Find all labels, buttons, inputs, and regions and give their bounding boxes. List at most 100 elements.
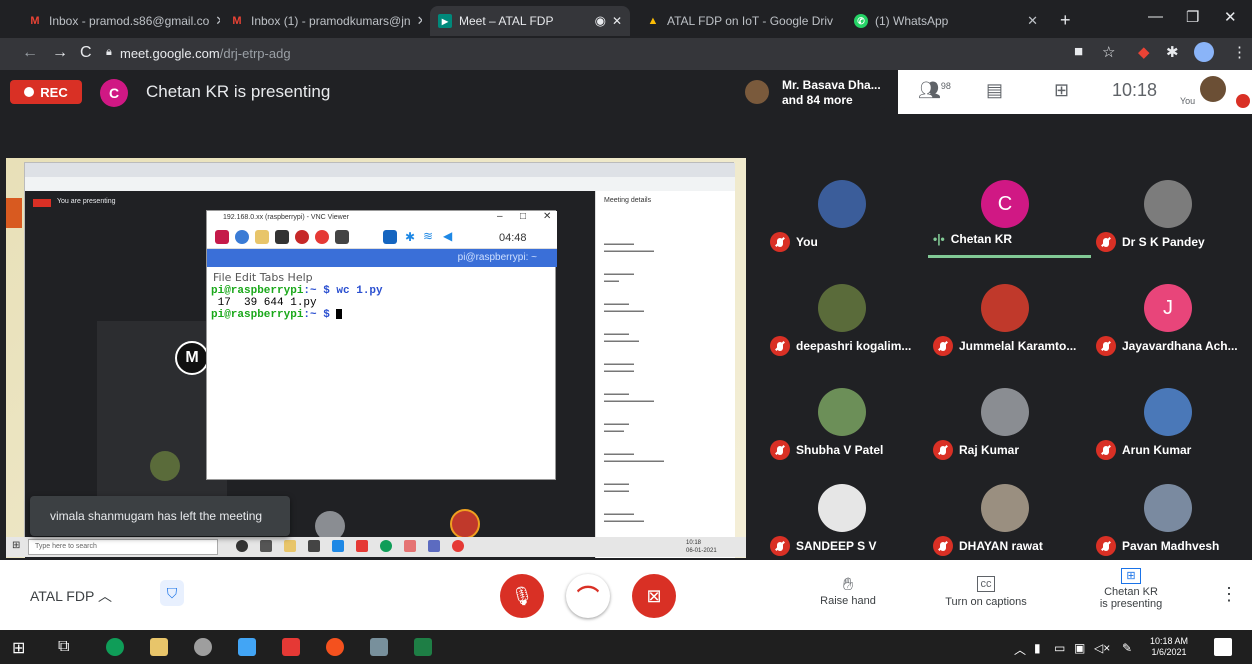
mic-off-icon (1236, 94, 1250, 108)
close-icon[interactable]: ✕ (411, 13, 422, 29)
mic-off-icon (770, 232, 790, 252)
participant-avatar (1144, 180, 1192, 228)
decorative-stripe (6, 198, 22, 228)
tab-gmail-2[interactable]: M Inbox (1) - pramodkumars@jn ✕ (222, 6, 422, 36)
folder-icon (284, 540, 296, 552)
chat-icon[interactable]: ▤ (986, 80, 1003, 101)
task-view-icon[interactable]: ⧉ (58, 638, 69, 656)
presenting-button[interactable]: ⊞ Chetan KR is presenting (1088, 568, 1174, 610)
participant-label: Raj Kumar (933, 440, 1019, 460)
participant-name: Shubha V Patel (796, 443, 884, 457)
tray-chevron-icon[interactable]: ︿ (1014, 641, 1026, 658)
meet-control-bar (0, 560, 1252, 630)
forward-icon[interactable]: → (52, 44, 68, 62)
meeting-name[interactable]: ATAL FDP ︿ (30, 586, 112, 606)
participant-name: Jummelal Karamto... (959, 339, 1077, 353)
system-clock[interactable]: 10:18 AM 1/6/2021 (1150, 636, 1188, 658)
tab-drive[interactable]: ▲ ATAL FDP on IoT - Google Driv ✕ (638, 6, 838, 36)
participant-label: Shubha V Patel (770, 440, 883, 460)
raise-hand-button[interactable]: ✋︎ Raise hand (808, 574, 888, 607)
mic-off-icon (770, 440, 790, 460)
app-icon (335, 230, 349, 244)
network-icon[interactable]: ▣ (1074, 641, 1085, 655)
acrobat-icon[interactable] (282, 638, 300, 656)
reload-icon[interactable]: C (80, 44, 92, 62)
participant-avatar (981, 284, 1029, 332)
file-explorer-icon[interactable] (150, 638, 168, 656)
close-window-button[interactable]: ✕ (1224, 8, 1237, 26)
app-icon[interactable] (238, 638, 256, 656)
participant-avatar: J (1144, 284, 1192, 332)
excel-icon[interactable] (414, 638, 432, 656)
inner-presenting-label: You are presenting (57, 198, 116, 205)
participant-label: You (770, 232, 818, 252)
battery-icon[interactable]: ▭ (1054, 641, 1065, 655)
wifi-icon: ≋ (423, 229, 434, 243)
self-avatar[interactable] (1200, 76, 1226, 102)
tab-label: Meet – ATAL FDP (459, 14, 554, 28)
windows-start-icon[interactable]: ⊞ (12, 638, 25, 658)
inner-logo-avatar: M (175, 341, 209, 375)
chat-line: ▬▬▬▬▬▬▬▬▬▬▬▬ (604, 361, 634, 374)
participant-name: Raj Kumar (959, 443, 1020, 457)
minimize-icon: – (497, 211, 503, 222)
participant-avatar (1144, 388, 1192, 436)
kebab-menu-icon[interactable]: ⋮ (1232, 43, 1247, 61)
text-cursor (336, 309, 343, 320)
star-icon[interactable]: ☆ (1102, 43, 1115, 61)
participant-label: Jayavardhana Ach... (1096, 336, 1238, 356)
profile-avatar[interactable] (1194, 42, 1214, 62)
chrome-icon[interactable] (106, 638, 124, 656)
participant-avatar (981, 388, 1029, 436)
close-icon[interactable]: ✕ (833, 13, 838, 29)
camera-toggle-button[interactable]: ⊠ (632, 574, 676, 618)
pen-icon[interactable]: ✎ (1122, 641, 1132, 655)
chat-line: ▬▬▬▬▬▬▬▬▬ (604, 271, 634, 284)
inner-url-bar (25, 177, 735, 191)
mic-toggle-button[interactable]: 🎙︎ (500, 574, 544, 618)
more-options-icon[interactable]: ⋮ (1220, 584, 1238, 605)
tab-whatsapp[interactable]: ✆ (1) WhatsApp ✕ (846, 6, 1046, 36)
minimize-button[interactable]: — (1148, 8, 1163, 25)
url-input[interactable]: meet.google.com/drj-etrp-adg (120, 46, 291, 61)
tab-meet[interactable]: ▶ Meet – ATAL FDP ◉ ✕ (430, 6, 630, 36)
captions-button[interactable]: cc Turn on captions (930, 574, 1042, 608)
extension-icon[interactable]: ◆ (1138, 43, 1150, 61)
people-icon[interactable]: 👥︎98 (918, 80, 951, 101)
camera-icon[interactable]: ■ (1074, 43, 1083, 60)
vnc-viewer-window: 192.168.0.xx (raspberrypi) - VNC Viewer … (206, 210, 557, 480)
notification-icon[interactable] (1214, 638, 1232, 656)
close-icon[interactable]: ✕ (1021, 13, 1038, 29)
header-controls (898, 70, 1252, 114)
close-icon[interactable]: ✕ (612, 14, 622, 28)
terminal-output: pi@raspberrypi:~ $ wc 1.py 17 39 644 1.p… (211, 285, 383, 321)
volume-icon[interactable]: ◁× (1094, 641, 1110, 655)
active-speaker-bar (928, 255, 1091, 258)
powerpoint-icon[interactable] (326, 638, 344, 656)
drive-icon: ▲ (647, 15, 659, 27)
app-icon[interactable] (370, 638, 388, 656)
chat-line: ▬▬▬▬▬▬ ▬▬▬▬▬▬▬▬▬▬▬▬ (604, 451, 664, 464)
tab-gmail-1[interactable]: M Inbox - pramod.s86@gmail.co ✕ (20, 6, 220, 36)
chat-line: ▬▬▬▬▬ ▬▬▬▬▬ (604, 481, 629, 494)
participant-label: Pavan Madhvesh (1096, 536, 1219, 556)
mic-off-icon (770, 336, 790, 356)
activities-icon[interactable]: ⊞ (1054, 80, 1069, 101)
speaking-icon: •|• (933, 232, 945, 246)
puzzle-icon[interactable]: ✱ (1166, 43, 1179, 61)
leave-call-button[interactable]: ⌒ (566, 574, 610, 618)
chevron-up-icon[interactable]: ︿ (98, 588, 112, 604)
close-icon[interactable]: ✕ (209, 13, 220, 29)
gmail-icon: M (232, 15, 242, 27)
people-summary[interactable]: Mr. Basava Dha... and 84 more (778, 76, 885, 110)
back-icon[interactable]: ← (22, 44, 38, 62)
mic-off-icon (933, 440, 953, 460)
app-icon[interactable] (194, 638, 212, 656)
security-shield-icon[interactable]: ⛉ (160, 580, 184, 606)
tab-label: (1) WhatsApp (875, 14, 949, 28)
new-tab-button[interactable]: + (1060, 10, 1071, 31)
participant-name: Chetan KR (950, 232, 1013, 246)
restore-button[interactable]: ❐ (1186, 8, 1199, 26)
mic-tray-icon[interactable]: ▮ (1034, 641, 1041, 655)
app-icon (295, 230, 309, 244)
